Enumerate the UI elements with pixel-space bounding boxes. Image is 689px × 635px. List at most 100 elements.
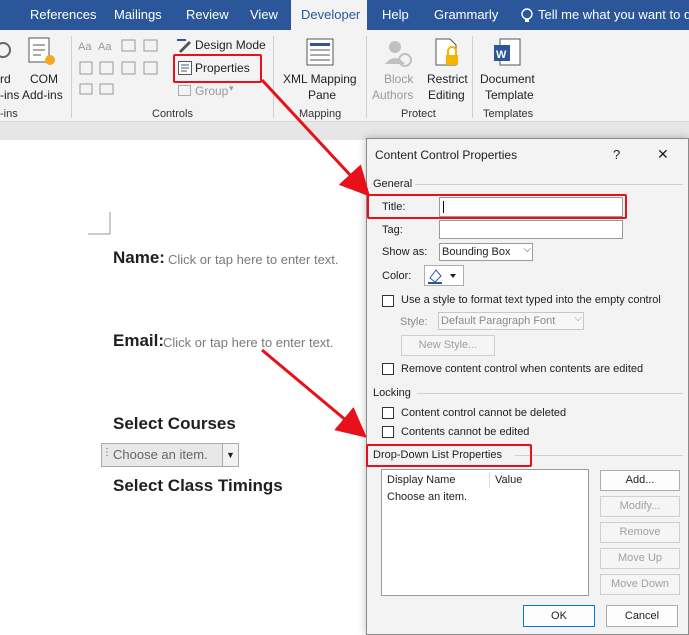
svg-text:Aa: Aa (98, 41, 112, 53)
ribbon-separator (71, 36, 72, 118)
ribbon-separator (366, 36, 367, 118)
name-label: Name: (113, 248, 165, 267)
column-divider[interactable] (489, 472, 490, 488)
tab-mailings[interactable]: Mailings (114, 0, 162, 30)
style-select[interactable]: Default Paragraph Font ⌵ (438, 312, 584, 330)
email-label: Email: (113, 331, 165, 350)
cannot-delete-label: Content control cannot be deleted (401, 407, 567, 419)
remove-button-label: Remove (619, 526, 661, 538)
ribbon-tab-bar: References Mailings Review View Develope… (0, 0, 689, 30)
margin-corner-mark (88, 212, 114, 241)
title-highlight (367, 194, 627, 219)
ok-button[interactable]: OK (523, 605, 595, 627)
add-button[interactable]: Add... (600, 470, 680, 491)
cancel-button-label: Cancel (624, 610, 660, 622)
dropdown-arrow-icon[interactable]: ▼ (222, 444, 238, 466)
tell-me-search[interactable]: Tell me what you want to do (538, 0, 689, 30)
restrict-editing-label-1[interactable]: Restrict (427, 72, 468, 86)
com-addins-label-2[interactable]: Add-ins (22, 88, 63, 102)
com-addins-label-1[interactable]: COM (30, 72, 58, 86)
name-content-control[interactable]: Click or tap here to enter text. (168, 252, 339, 267)
tab-grammarly[interactable]: Grammarly (434, 0, 498, 30)
use-style-checkbox[interactable] (382, 295, 394, 307)
show-as-value: Bounding Box (442, 246, 511, 258)
list-item-display: Choose an item. (387, 491, 468, 503)
control-icons[interactable]: Aa Aa (78, 38, 162, 101)
lightbulb-icon (520, 0, 534, 30)
controls-group-label: Controls (152, 108, 193, 120)
chevron-down-icon: ⌵ (523, 244, 531, 255)
show-as-select[interactable]: Bounding Box ⌵ (439, 243, 533, 261)
protect-group-label: Protect (401, 108, 436, 120)
svg-text:W: W (496, 49, 507, 61)
group-button[interactable]: Group (195, 84, 228, 98)
show-as-label: Show as: (382, 246, 428, 258)
properties-highlight (173, 54, 262, 83)
move-down-button[interactable]: Move Down (600, 574, 680, 595)
cannot-edit-label: Contents cannot be edited (401, 426, 530, 438)
col-value: Value (495, 474, 523, 486)
style-label: Style: (400, 316, 428, 328)
tab-references[interactable]: References (30, 0, 96, 30)
tag-label: Tag: (382, 224, 403, 236)
restrict-editing-label-2[interactable]: Editing (428, 88, 465, 102)
courses-dropdown[interactable]: ⋮ Choose an item. ▼ (101, 443, 239, 467)
tab-review[interactable]: Review (186, 0, 229, 30)
svg-text:Aa: Aa (78, 41, 92, 53)
cannot-delete-checkbox[interactable] (382, 407, 394, 419)
select-courses-heading: Select Courses (113, 414, 236, 433)
chevron-down-icon: ⌵ (574, 313, 582, 324)
use-style-label: Use a style to format text typed into th… (401, 294, 661, 306)
locking-section-label: Locking (373, 387, 411, 399)
gear-icon (0, 36, 14, 67)
section-divider (515, 455, 683, 456)
move-up-button[interactable]: Move Up (600, 548, 680, 569)
dropdown-props-highlight (366, 444, 532, 467)
color-label: Color: (382, 270, 412, 282)
color-picker[interactable] (424, 265, 464, 286)
document-template-label-2[interactable]: Template (485, 88, 534, 102)
design-mode-button[interactable]: Design Mode (195, 38, 266, 52)
word-addins-label-1[interactable]: rd (0, 72, 11, 86)
block-authors-label-1[interactable]: Block (384, 72, 413, 86)
xml-mapping-label-2[interactable]: Pane (308, 88, 336, 102)
dropdown-items-list[interactable]: Display Name Value Choose an item. (381, 469, 589, 596)
ok-button-label: OK (551, 610, 567, 622)
help-icon[interactable]: ? (613, 147, 620, 162)
style-value: Default Paragraph Font (441, 315, 556, 327)
tag-input[interactable] (439, 220, 623, 239)
word-addins-label-2[interactable]: -ins (0, 88, 19, 102)
tab-help[interactable]: Help (382, 0, 409, 30)
ribbon-separator (273, 36, 274, 118)
dropdown-selected-value: Choose an item. (113, 447, 208, 462)
email-content-control[interactable]: Click or tap here to enter text. (163, 335, 334, 350)
tab-view[interactable]: View (250, 0, 278, 30)
general-section-label: General (373, 178, 413, 190)
modify-button[interactable]: Modify... (600, 496, 680, 517)
close-icon[interactable]: ✕ (657, 146, 669, 163)
cancel-button[interactable]: Cancel (606, 605, 678, 627)
block-authors-label-2[interactable]: Authors (372, 88, 413, 102)
remove-button[interactable]: Remove (600, 522, 680, 543)
chevron-down-icon: ▾ (229, 83, 234, 93)
add-button-label: Add... (625, 474, 655, 486)
document-template-label-1[interactable]: Document (480, 72, 535, 86)
drag-handle-icon[interactable]: ⋮ (102, 447, 112, 458)
dialog-title: Content Control Properties (375, 148, 518, 162)
ribbon-separator (472, 36, 473, 118)
new-style-label: New Style... (418, 339, 478, 351)
list-item[interactable]: Choose an item. (382, 490, 588, 506)
paint-bucket-icon (428, 269, 456, 284)
move-up-button-label: Move Up (617, 552, 663, 564)
tab-developer[interactable]: Developer (291, 0, 367, 30)
block-authors-icon (383, 38, 413, 71)
new-style-button[interactable]: New Style... (401, 335, 495, 356)
remove-control-checkbox[interactable] (382, 363, 394, 375)
xml-mapping-label-1[interactable]: XML Mapping (283, 72, 357, 86)
select-timings-heading: Select Class Timings (113, 476, 283, 495)
group-icon (178, 85, 192, 100)
addins-group-label: -ins (0, 108, 18, 120)
cannot-edit-checkbox[interactable] (382, 426, 394, 438)
mapping-group-label: Mapping (299, 108, 342, 120)
com-addins-icon (27, 36, 57, 71)
